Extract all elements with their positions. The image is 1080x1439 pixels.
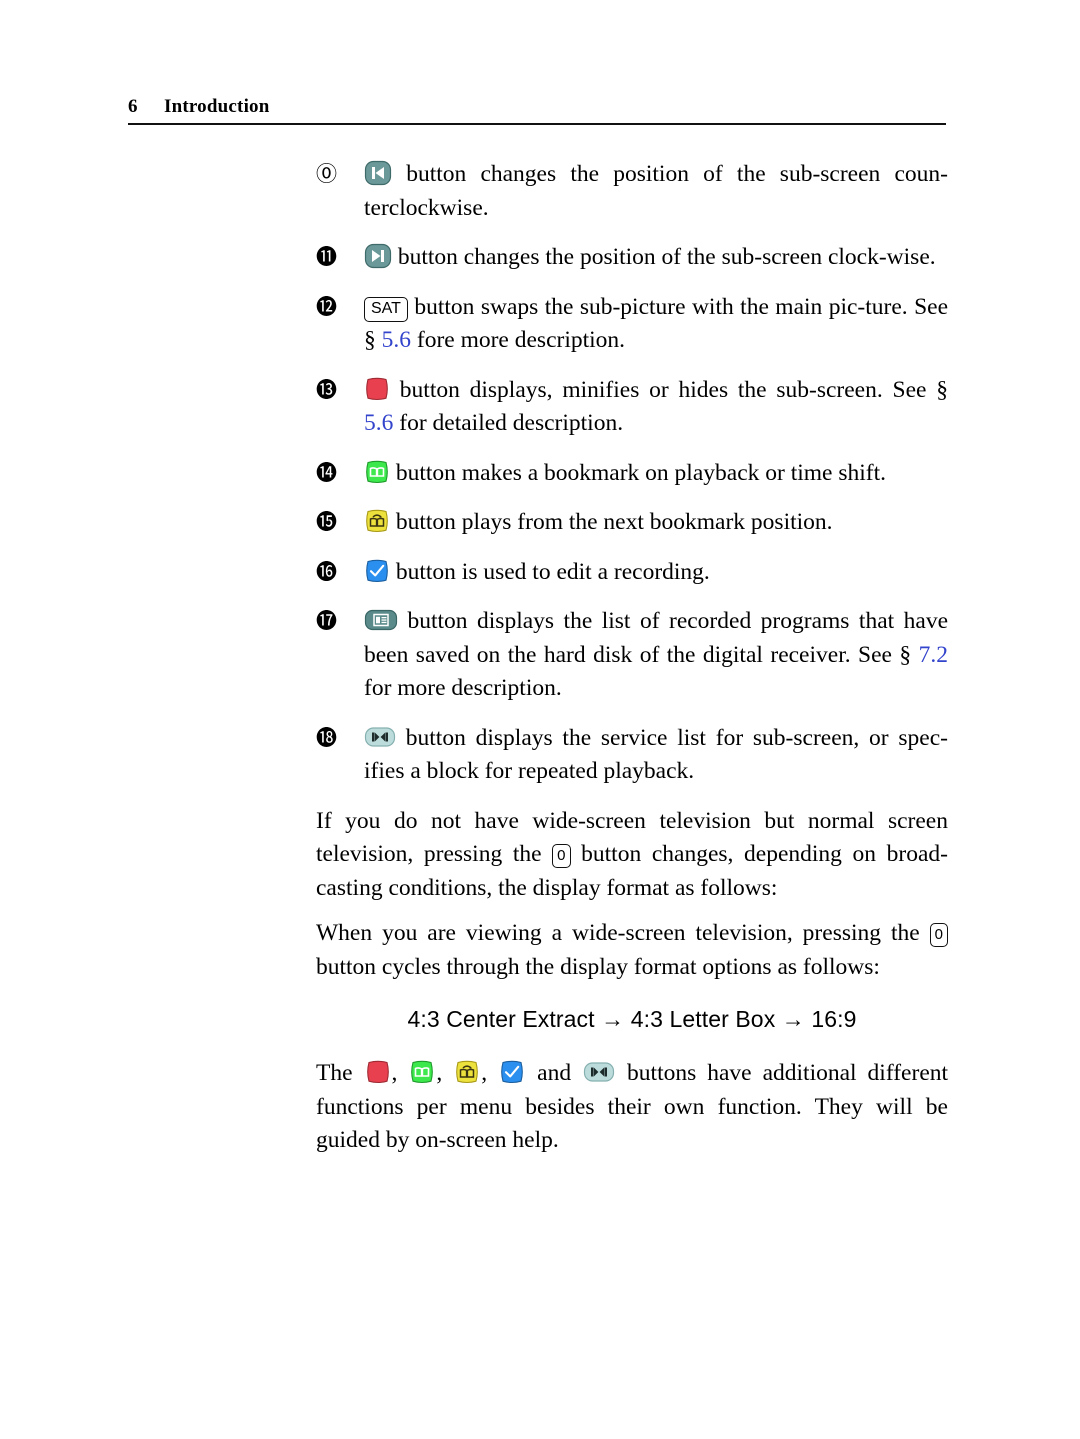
wide-screen-text-a: When you are viewing a wide-screen telev… <box>316 920 930 946</box>
item-marker: ⓲ <box>316 725 337 750</box>
item-text: button displays, minifies or hides the s… <box>364 374 948 441</box>
item-marker: ⓬ <box>316 294 337 319</box>
item-body-text: button displays the service list for sub… <box>364 724 948 785</box>
item-text: button displays the list of recorded pro… <box>364 605 948 706</box>
recorded-list-icon[interactable] <box>364 607 398 633</box>
item-body-text: button makes a bookmark on playback or t… <box>390 459 887 486</box>
item-text: button changes the position of the sub-s… <box>364 241 948 275</box>
page-body: ⓪ button changes the position of the sub… <box>316 158 948 1170</box>
item-body-text-b: fore more description. <box>411 327 626 353</box>
zero-keycap[interactable]: 0 <box>552 844 571 868</box>
item-body-text: button changes the position of the sub-s… <box>364 161 948 221</box>
green-bookmark-icon[interactable] <box>364 459 390 485</box>
item-body-text-b: for detailed description. <box>393 410 624 436</box>
item-body-text-b: for more description. <box>364 675 562 701</box>
blue-check-icon[interactable] <box>499 1059 525 1085</box>
item-marker: ⓭ <box>316 377 337 402</box>
list-item: ⓬ SAT button swaps the sub-picture with … <box>316 291 948 358</box>
paragraph-additional-functions: The , , , and buttons have additional di… <box>316 1057 948 1158</box>
yellow-bookmark-jump-icon[interactable] <box>364 508 390 534</box>
page-number: 6 <box>128 96 138 117</box>
separator-comma-2: , <box>436 1060 454 1086</box>
separator-comma-1: , <box>391 1060 409 1086</box>
red-button-icon[interactable] <box>364 376 390 402</box>
item-marker: ⓫ <box>316 245 337 269</box>
wide-screen-text-b: button cycles through the display format… <box>316 953 880 980</box>
additional-text-a: The <box>316 1060 364 1086</box>
green-bookmark-icon[interactable] <box>409 1059 435 1085</box>
item-marker: ⓱ <box>316 609 337 633</box>
item-body-text: button plays from the next bookmark posi… <box>390 509 833 535</box>
sat-keycap[interactable]: SAT <box>364 296 408 322</box>
item-text: button is used to edit a recording. <box>364 556 948 590</box>
header-line: 6 Introduction <box>128 96 946 118</box>
next-track-icon[interactable] <box>364 243 392 269</box>
list-item: ⓭ button displays, minifies or hides the… <box>316 374 948 441</box>
zero-keycap[interactable]: 0 <box>929 923 948 947</box>
paragraph-wide-screen: When you are viewing a wide-screen telev… <box>316 917 948 984</box>
item-text: button displays the service list for sub… <box>364 722 948 789</box>
section-reference[interactable]: 7.2 <box>919 642 948 668</box>
item-marker: ⓰ <box>316 559 337 584</box>
item-marker: ⓮ <box>316 460 337 485</box>
document-page: 6 Introduction ⓪ button changes the posi… <box>0 0 1080 1439</box>
repeat-block-icon[interactable] <box>364 724 396 750</box>
red-button-icon[interactable] <box>365 1059 391 1085</box>
item-text: button makes a bookmark on playback or t… <box>364 457 948 491</box>
yellow-bookmark-jump-icon[interactable] <box>454 1059 480 1085</box>
section-reference[interactable]: 5.6 <box>382 327 411 353</box>
item-body-text: button is used to edit a recording. <box>390 558 710 585</box>
item-marker: ⓯ <box>316 510 337 534</box>
item-body-text-a: button displays, minifies or hides the s… <box>390 376 948 403</box>
running-title: Introduction <box>164 96 270 117</box>
item-body-text: button changes the position of the sub-s… <box>392 244 936 270</box>
running-header: 6 Introduction <box>128 96 946 125</box>
repeat-block-icon[interactable] <box>583 1059 615 1085</box>
list-item: ⓰ button is used to edit a recording. <box>316 556 948 590</box>
list-item: ⓫ button changes the position of the sub… <box>316 241 948 275</box>
item-marker: ⓪ <box>316 162 337 186</box>
item-text: button changes the position of the sub-s… <box>364 158 948 225</box>
paragraph-normal-screen: If you do not have wide-screen televisio… <box>316 805 948 906</box>
section-reference[interactable]: 5.6 <box>364 410 393 436</box>
list-item: ⓪ button changes the position of the sub… <box>316 158 948 225</box>
display-format-cycle: 4:3 Center Extract → 4:3 Letter Box → 16… <box>407 1006 857 1032</box>
blue-check-icon[interactable] <box>364 558 390 584</box>
list-item: ⓮ button makes a bookmark on playback or… <box>316 457 948 491</box>
item-body-text-a: button displays the list of recorded pro… <box>364 608 948 668</box>
list-item: ⓯ button plays from the next bookmark po… <box>316 506 948 540</box>
header-rule <box>128 123 946 125</box>
list-item: ⓲ button displays the service list for s… <box>316 722 948 789</box>
list-item: ⓱ button displays the list of recorded p… <box>316 605 948 706</box>
and-conjunction: and <box>526 1060 583 1086</box>
separator-comma-3: , <box>481 1060 499 1086</box>
item-text: SAT button swaps the sub-picture with th… <box>364 291 948 358</box>
prev-track-icon[interactable] <box>364 160 392 186</box>
item-text: button plays from the next bookmark posi… <box>364 506 948 540</box>
